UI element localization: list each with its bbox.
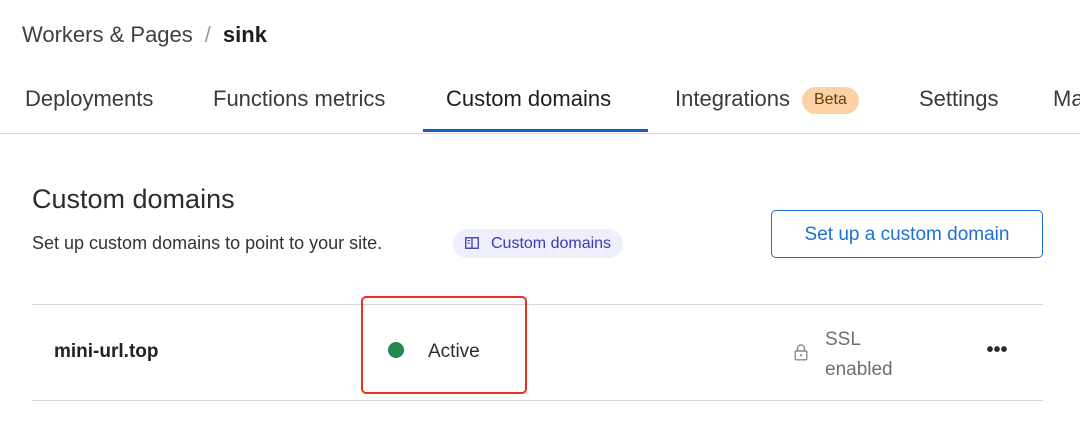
active-tab-indicator xyxy=(423,129,648,132)
more-options-ellipsis-icon[interactable]: ••• xyxy=(984,340,1010,364)
lock-icon xyxy=(794,344,808,361)
setup-custom-domain-button[interactable]: Set up a custom domain xyxy=(771,210,1043,258)
tab-deployments[interactable]: Deployments xyxy=(25,66,153,133)
tab-custom-domains[interactable]: Custom domains xyxy=(446,66,611,133)
beta-badge: Beta xyxy=(801,87,859,114)
row-divider-bottom xyxy=(32,400,1043,401)
custom-domains-doc-link[interactable]: Custom domains xyxy=(453,229,624,258)
section-title: Custom domains xyxy=(32,184,235,214)
ssl-label: SSL xyxy=(825,329,861,350)
breadcrumb-current: sink xyxy=(222,22,267,47)
section-description: Set up custom domains to point to your s… xyxy=(32,233,383,253)
ssl-state: enabled xyxy=(825,359,893,380)
row-divider-top xyxy=(32,304,1043,305)
breadcrumb-separator: / xyxy=(204,22,211,47)
tab-bar: Deployments Functions metrics Custom dom… xyxy=(0,66,1080,134)
highlight-box xyxy=(361,296,527,394)
tab-integrations-label: Integrations xyxy=(675,86,790,111)
doc-link-label: Custom domains xyxy=(491,235,612,252)
tab-settings[interactable]: Settings xyxy=(919,66,999,133)
tab-integrations[interactable]: Integrations Beta xyxy=(675,66,859,133)
breadcrumb-parent-link[interactable]: Workers & Pages xyxy=(22,22,193,47)
tab-overflow[interactable]: Ma xyxy=(1053,66,1080,133)
breadcrumb: Workers & Pages / sink xyxy=(22,22,267,48)
domain-name[interactable]: mini-url.top xyxy=(54,341,158,363)
book-icon xyxy=(465,237,479,249)
tab-functions-metrics[interactable]: Functions metrics xyxy=(213,66,385,133)
